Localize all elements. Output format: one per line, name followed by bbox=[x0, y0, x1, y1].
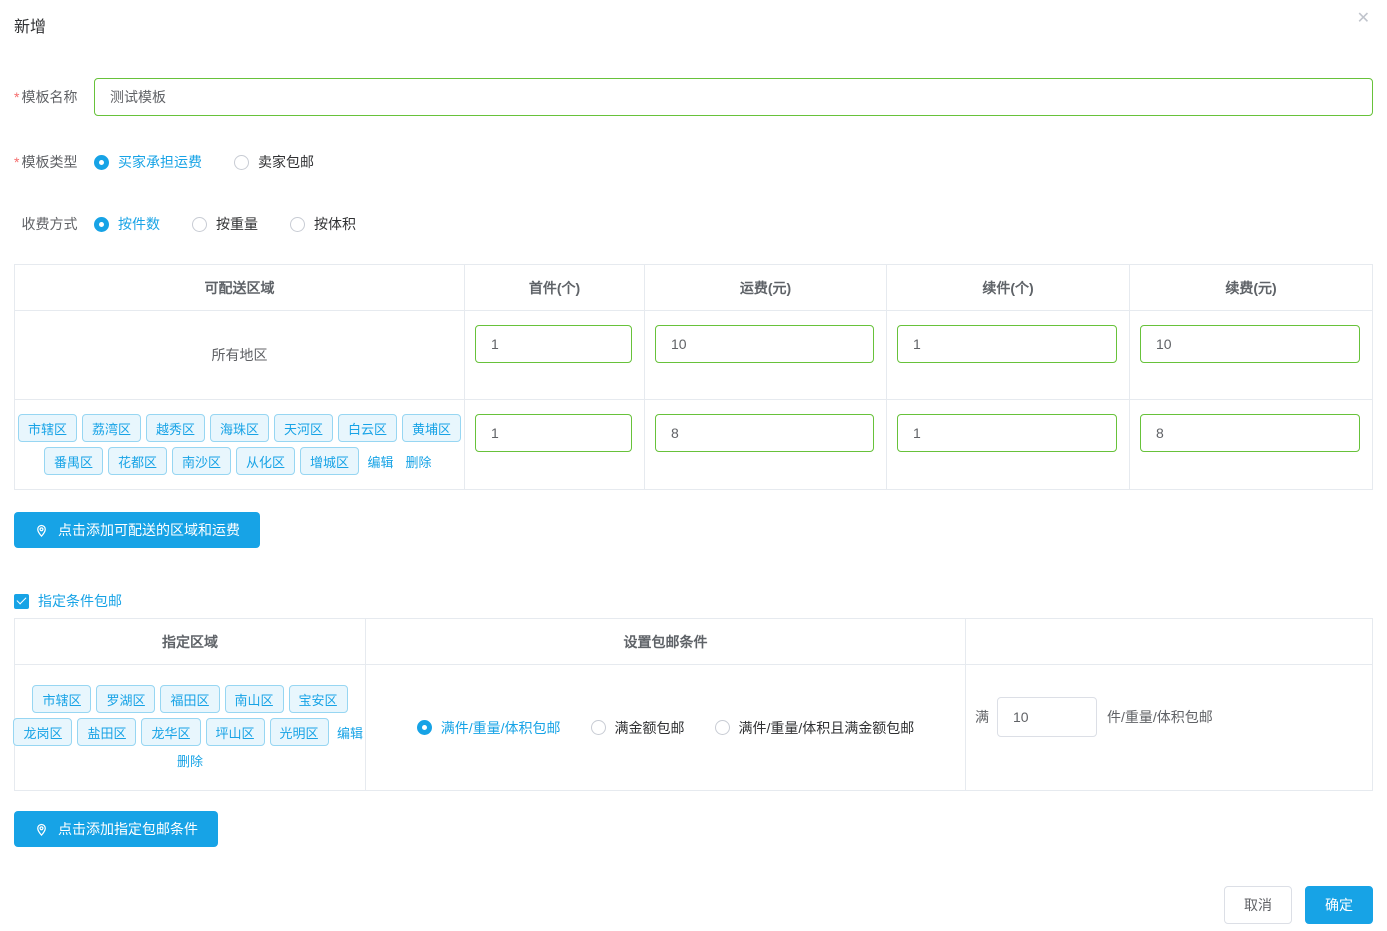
threshold-cell: 满 件/重量/体积包邮 bbox=[966, 665, 1372, 791]
header-next-fee: 续费(元) bbox=[1130, 265, 1372, 311]
first-fee-input-row1[interactable] bbox=[655, 325, 874, 363]
checkbox-checked-icon bbox=[14, 594, 29, 609]
edit-regions-link[interactable]: 编辑 bbox=[368, 452, 394, 471]
region-tag: 宝安区 bbox=[289, 685, 348, 713]
dialog-footer: 取消 确定 bbox=[1224, 886, 1373, 924]
region-tag: 白云区 bbox=[338, 414, 397, 442]
radio-icon bbox=[94, 217, 109, 232]
radio-buyer-pays[interactable]: 买家承担运费 bbox=[94, 152, 202, 172]
close-icon[interactable]: ✕ bbox=[1357, 11, 1370, 27]
radio-icon bbox=[715, 720, 730, 735]
region-tag: 南山区 bbox=[225, 685, 284, 713]
region-tag: 罗湖区 bbox=[96, 685, 155, 713]
region-tag: 增城区 bbox=[300, 447, 359, 475]
confirm-button[interactable]: 确定 bbox=[1305, 886, 1373, 924]
threshold-suffix: 件/重量/体积包邮 bbox=[1107, 707, 1213, 727]
condition-region-tags-cell: 市辖区 罗湖区 福田区 南山区 宝安区 龙岗区 盐田区 龙华区 坪山区 光明区 … bbox=[15, 665, 366, 791]
threshold-prefix: 满 bbox=[975, 707, 989, 727]
charge-method-radio-group: 按件数 按重量 按体积 bbox=[94, 214, 388, 234]
next-fee-input-row1[interactable] bbox=[1140, 325, 1360, 363]
next-qty-input-row2[interactable] bbox=[897, 414, 1117, 452]
header-set-condition: 设置包邮条件 bbox=[366, 619, 966, 665]
region-tag: 光明区 bbox=[270, 718, 329, 746]
delete-regions-link[interactable]: 删除 bbox=[406, 452, 432, 471]
free-shipping-condition-table: 指定区域 设置包邮条件 市辖区 罗湖区 福田区 南山区 宝安区 龙岗区 盐田区 … bbox=[14, 618, 1373, 791]
radio-by-weight[interactable]: 按重量 bbox=[192, 214, 258, 234]
condition-table-row: 市辖区 罗湖区 福田区 南山区 宝安区 龙岗区 盐田区 龙华区 坪山区 光明区 … bbox=[15, 665, 1372, 791]
add-region-fee-button[interactable]: 点击添加可配送的区域和运费 bbox=[14, 512, 260, 548]
radio-amount-free[interactable]: 满金额包邮 bbox=[591, 718, 685, 738]
shipping-table-header: 可配送区域 首件(个) 运费(元) 续件(个) 续费(元) bbox=[15, 265, 1372, 311]
region-tag: 黄埔区 bbox=[402, 414, 461, 442]
template-name-input[interactable] bbox=[94, 78, 1373, 116]
header-first-qty: 首件(个) bbox=[465, 265, 645, 311]
region-all-label: 所有地区 bbox=[212, 345, 268, 365]
charge-method-row: *收费方式 按件数 按重量 按体积 bbox=[14, 214, 1373, 234]
charge-method-label: *收费方式 bbox=[14, 214, 94, 234]
radio-icon bbox=[591, 720, 606, 735]
header-next-qty: 续件(个) bbox=[887, 265, 1130, 311]
region-tag: 市辖区 bbox=[32, 685, 91, 713]
radio-qty-weight-volume-free[interactable]: 满件/重量/体积包邮 bbox=[417, 718, 561, 738]
condition-type-cell: 满件/重量/体积包邮 满金额包邮 满件/重量/体积且满金额包邮 bbox=[366, 665, 966, 791]
region-tag: 番禺区 bbox=[44, 447, 103, 475]
radio-icon bbox=[234, 155, 249, 170]
template-type-label: *模板类型 bbox=[14, 152, 94, 172]
header-empty bbox=[966, 619, 1372, 665]
radio-seller-free[interactable]: 卖家包邮 bbox=[234, 152, 314, 172]
first-qty-input-row1[interactable] bbox=[475, 325, 632, 363]
first-fee-input-row2[interactable] bbox=[655, 414, 874, 452]
required-mark: * bbox=[14, 89, 19, 105]
radio-icon bbox=[290, 217, 305, 232]
region-tag: 坪山区 bbox=[206, 718, 265, 746]
next-qty-input-row1[interactable] bbox=[897, 325, 1117, 363]
threshold-input[interactable] bbox=[997, 697, 1097, 737]
region-tag: 越秀区 bbox=[146, 414, 205, 442]
template-name-row: *模板名称 bbox=[14, 78, 1373, 116]
region-tag: 从化区 bbox=[236, 447, 295, 475]
region-tag: 花都区 bbox=[108, 447, 167, 475]
template-type-radio-group: 买家承担运费 卖家包邮 bbox=[94, 152, 346, 172]
table-row-guangzhou-regions: 市辖区 荔湾区 越秀区 海珠区 天河区 白云区 黄埔区 番禺区 花都区 南沙区 … bbox=[15, 400, 1372, 490]
location-pin-icon bbox=[34, 822, 49, 837]
shipping-fee-table: 可配送区域 首件(个) 运费(元) 续件(个) 续费(元) 所有地区 市辖区 荔… bbox=[14, 264, 1373, 490]
table-row-all-regions: 所有地区 bbox=[15, 311, 1372, 400]
next-fee-input-row2[interactable] bbox=[1140, 414, 1360, 452]
header-specified-region: 指定区域 bbox=[15, 619, 366, 665]
add-template-dialog: 新增 ✕ *模板名称 *模板类型 买家承担运费 卖家包邮 *收费方式 bbox=[0, 0, 1387, 931]
radio-icon bbox=[94, 155, 109, 170]
region-tag: 海珠区 bbox=[210, 414, 269, 442]
header-first-fee: 运费(元) bbox=[645, 265, 887, 311]
region-tag: 南沙区 bbox=[172, 447, 231, 475]
region-tag: 盐田区 bbox=[77, 718, 136, 746]
first-qty-input-row2[interactable] bbox=[475, 414, 632, 452]
conditional-free-checkbox[interactable]: 指定条件包邮 bbox=[14, 591, 1373, 611]
edit-condition-regions-link[interactable]: 编辑 bbox=[337, 723, 363, 742]
region-tag: 荔湾区 bbox=[82, 414, 141, 442]
header-delivery-region: 可配送区域 bbox=[15, 265, 465, 311]
region-tag: 福田区 bbox=[160, 685, 219, 713]
region-tag: 龙华区 bbox=[141, 718, 200, 746]
location-pin-icon bbox=[34, 523, 49, 538]
template-name-label: *模板名称 bbox=[14, 87, 94, 107]
radio-by-volume[interactable]: 按体积 bbox=[290, 214, 356, 234]
required-mark: * bbox=[14, 154, 19, 170]
region-tag: 龙岗区 bbox=[13, 718, 72, 746]
add-free-condition-button[interactable]: 点击添加指定包邮条件 bbox=[14, 811, 218, 847]
radio-icon bbox=[192, 217, 207, 232]
radio-icon bbox=[417, 720, 432, 735]
radio-by-piece[interactable]: 按件数 bbox=[94, 214, 160, 234]
dialog-title: 新增 bbox=[14, 0, 1373, 37]
radio-qty-and-amount-free[interactable]: 满件/重量/体积且满金额包邮 bbox=[715, 718, 915, 738]
template-type-row: *模板类型 买家承担运费 卖家包邮 bbox=[14, 152, 1373, 172]
region-tags-cell: 市辖区 荔湾区 越秀区 海珠区 天河区 白云区 黄埔区 番禺区 花都区 南沙区 … bbox=[15, 400, 465, 490]
delete-condition-regions-link[interactable]: 删除 bbox=[177, 751, 203, 770]
region-tag: 市辖区 bbox=[18, 414, 77, 442]
region-tag: 天河区 bbox=[274, 414, 333, 442]
condition-table-header: 指定区域 设置包邮条件 bbox=[15, 619, 1372, 665]
cancel-button[interactable]: 取消 bbox=[1224, 886, 1292, 924]
